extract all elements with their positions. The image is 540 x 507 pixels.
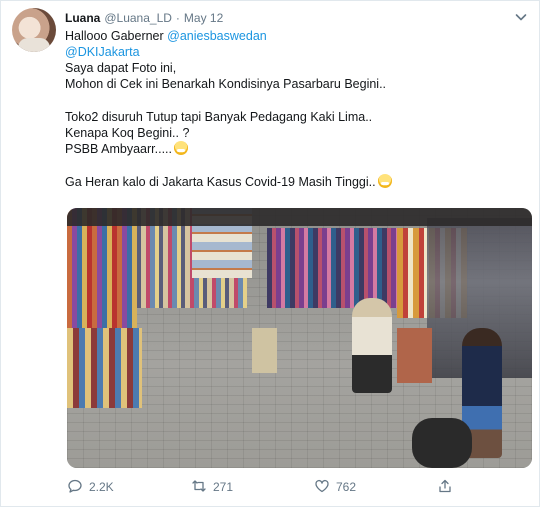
- tweet-text-segment: Toko2 disuruh Tutup tapi Banyak Pedagang…: [65, 110, 373, 124]
- author-handle[interactable]: @Luana_LD: [104, 11, 172, 25]
- retweet-count: 271: [213, 480, 234, 494]
- retweet-icon: [191, 478, 207, 497]
- tweet-text-segment: Kenapa Koq Begini.. ?: [65, 126, 190, 140]
- chevron-down-icon[interactable]: [513, 9, 529, 25]
- tweet-line: Kenapa Koq Begini.. ?: [65, 125, 525, 141]
- tweet-line: PSBB Ambyaarr.....: [65, 141, 525, 157]
- mask-emoji-icon: [174, 141, 188, 155]
- reply-count: 2.2K: [89, 480, 114, 494]
- tweet-text-segment: Ga Heran kalo di Jakarta Kasus Covid-19 …: [65, 175, 376, 189]
- like-count: 762: [336, 480, 357, 494]
- tweet-photo[interactable]: [67, 208, 532, 468]
- tweet-line: Saya dapat Foto ini,: [65, 60, 525, 76]
- tweet-line: Toko2 disuruh Tutup tapi Banyak Pedagang…: [65, 109, 525, 125]
- share-icon: [437, 478, 453, 497]
- tweet-text-segment: PSBB Ambyaarr.....: [65, 142, 172, 156]
- tweet-text-segment: Mohon di Cek ini Benarkah Kondisinya Pas…: [65, 77, 387, 91]
- tweet-text: Hallooo Gaberner @aniesbaswedan @DKIJakar…: [65, 28, 525, 190]
- share-button[interactable]: [437, 476, 453, 498]
- tweet-header: Luana @Luana_LD · May 12: [65, 10, 223, 26]
- mention-link[interactable]: @aniesbaswedan: [167, 29, 267, 43]
- like-button[interactable]: 762: [314, 476, 356, 498]
- reply-icon: [67, 478, 83, 497]
- tweet-card[interactable]: Luana @Luana_LD · May 12 Hallooo Gaberne…: [0, 0, 540, 507]
- retweet-button[interactable]: 271: [191, 476, 233, 498]
- tweet-line: Ga Heran kalo di Jakarta Kasus Covid-19 …: [65, 174, 525, 190]
- tweet-text-segment: Hallooo Gaberner: [65, 29, 168, 43]
- heart-icon: [314, 478, 330, 497]
- tweet-line: @DKIJakarta: [65, 44, 525, 60]
- mention-link[interactable]: @DKIJakarta: [65, 45, 140, 59]
- mask-emoji-icon: [377, 174, 392, 188]
- tweet-line: Hallooo Gaberner @aniesbaswedan: [65, 28, 525, 44]
- avatar[interactable]: [12, 8, 56, 52]
- tweet-line: Mohon di Cek ini Benarkah Kondisinya Pas…: [65, 76, 525, 92]
- tweet-date[interactable]: May 12: [184, 11, 223, 25]
- tweet-text-segment: Saya dapat Foto ini,: [65, 61, 177, 75]
- tweet-actions: 2.2K 271 762: [1, 476, 540, 500]
- author-name[interactable]: Luana: [65, 11, 100, 25]
- separator-dot: ·: [175, 11, 180, 25]
- reply-button[interactable]: 2.2K: [67, 476, 114, 498]
